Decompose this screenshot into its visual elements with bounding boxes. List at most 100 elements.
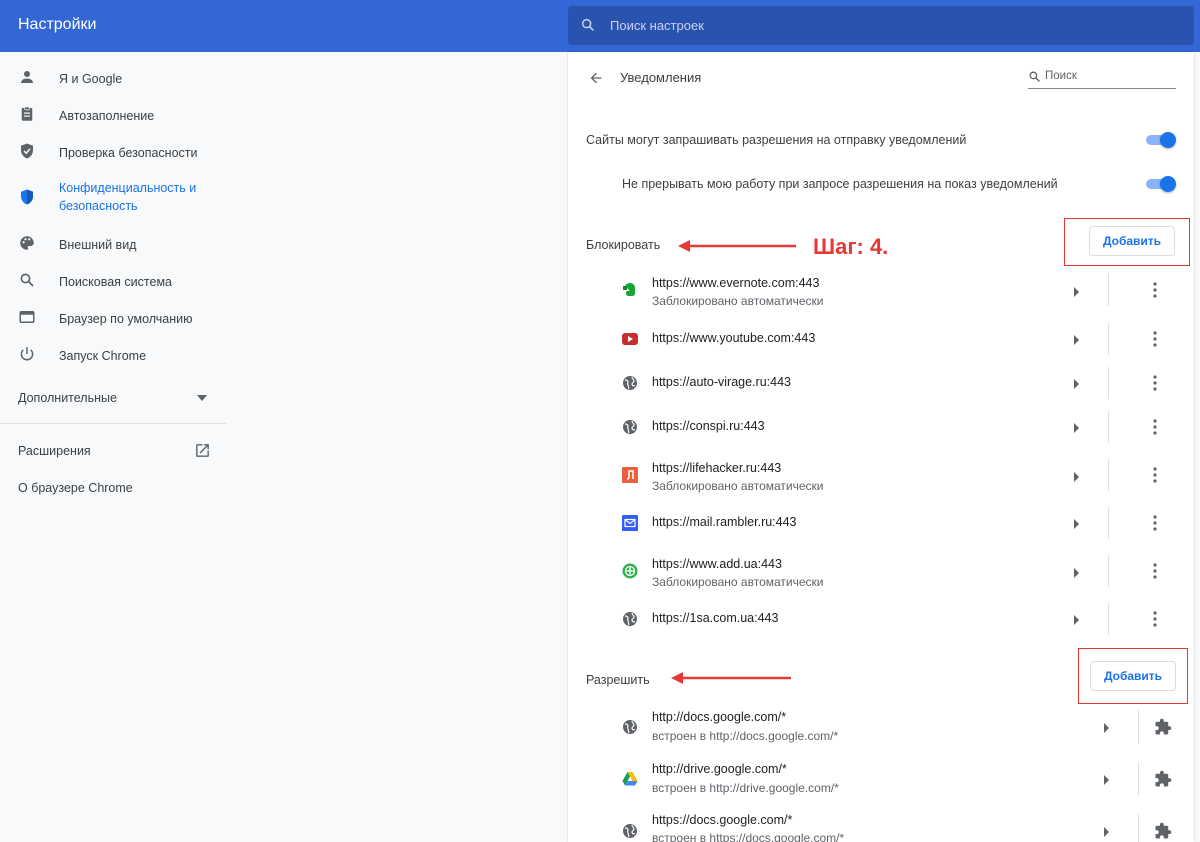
site-url: http://drive.google.com/* (652, 762, 787, 776)
more-vert-icon[interactable] (1150, 467, 1160, 483)
site-embedded-in: встроен в http://docs.google.com/* (652, 729, 839, 743)
sidebar-divider (0, 423, 226, 424)
settings-search-placeholder: Поиск настроек (610, 18, 704, 33)
row-divider (1138, 710, 1139, 744)
row-divider (1138, 762, 1139, 796)
more-vert-icon[interactable] (1150, 563, 1160, 579)
sidebar-item-appearance[interactable]: Внешний вид (0, 228, 226, 258)
row-divider (1108, 367, 1109, 399)
annotation-arrow (671, 672, 791, 684)
advanced-section-toggle[interactable]: Дополнительные (18, 391, 117, 405)
notifications-card: Уведомления Поиск Сайты могут запрашиват… (568, 52, 1194, 842)
expand-arrow-icon[interactable] (1103, 827, 1111, 837)
site-search-input[interactable]: Поиск (1028, 67, 1176, 89)
person-icon (21, 71, 33, 83)
globe-icon (623, 612, 637, 626)
sidebar-item-label: Запуск Chrome (59, 349, 147, 363)
list-item[interactable]: https://lifehacker.ru:443 Заблокировано … (568, 451, 1194, 499)
globe-icon (623, 824, 637, 838)
sidebar-item-autofill[interactable]: Автозаполнение (0, 99, 226, 129)
quiet-messaging-toggle[interactable] (1146, 176, 1176, 192)
row-divider (1108, 603, 1109, 635)
list-item[interactable]: https://auto-virage.ru:443 (568, 361, 1194, 405)
section-title: Уведомления (620, 70, 702, 85)
list-item[interactable]: https://conspi.ru:443 (568, 405, 1194, 449)
sidebar-item-label: Поисковая система (59, 275, 172, 289)
row-divider (1138, 814, 1139, 842)
more-vert-icon[interactable] (1150, 331, 1160, 347)
expand-arrow-icon[interactable] (1073, 423, 1081, 433)
sidebar-item-label: Автозаполнение (59, 109, 155, 123)
ask-permission-toggle[interactable] (1146, 132, 1176, 148)
sidebar-item-label: Конфиденциальность и безопасность (59, 181, 197, 213)
sidebar-item-default-browser[interactable]: Браузер по умолчанию (0, 302, 226, 332)
page-title: Настройки (18, 16, 97, 33)
expand-arrow-icon[interactable] (1073, 335, 1081, 345)
expand-arrow-icon[interactable] (1103, 775, 1111, 785)
expand-arrow-icon[interactable] (1073, 287, 1081, 297)
palette-icon (20, 236, 34, 250)
sidebar-item-safety-check[interactable]: Проверка безопасности (0, 136, 226, 166)
site-url: https://conspi.ru:443 (652, 419, 765, 433)
expand-arrow-icon[interactable] (1073, 568, 1081, 578)
lifehacker-icon (622, 467, 638, 483)
list-item[interactable]: https://1sa.com.ua:443 (568, 597, 1194, 641)
more-vert-icon[interactable] (1150, 611, 1160, 627)
quiet-messaging-label: Не прерывать мою работу при запросе разр… (622, 177, 1058, 191)
list-item[interactable]: https://www.evernote.com:443 Заблокирова… (568, 266, 1194, 314)
sidebar-item-label: Я и Google (59, 72, 123, 86)
block-section-label: Блокировать (586, 238, 661, 252)
row-divider (1108, 323, 1109, 355)
site-url: https://auto-virage.ru:443 (652, 375, 791, 389)
list-item[interactable]: https://docs.google.com/* встроен в http… (568, 806, 1194, 842)
site-url: https://mail.rambler.ru:443 (652, 515, 797, 529)
sidebar-item-label: Проверка безопасности (59, 146, 198, 160)
site-embedded-in: встроен в https://docs.google.com/* (652, 831, 845, 842)
extension-puzzle-icon (1155, 822, 1172, 839)
evernote-icon (623, 283, 635, 296)
ask-permission-label: Сайты могут запрашивать разрешения на от… (586, 133, 967, 147)
list-item[interactable]: https://www.add.ua:443 Заблокировано авт… (568, 547, 1194, 595)
clipboard-icon (21, 106, 33, 121)
more-vert-icon[interactable] (1150, 375, 1160, 391)
more-vert-icon[interactable] (1150, 419, 1160, 435)
sidebar-item-about-chrome[interactable]: О браузере Chrome (18, 481, 133, 495)
expand-arrow-icon[interactable] (1073, 379, 1081, 389)
expand-arrow-icon[interactable] (1103, 723, 1111, 733)
sidebar-item-you-and-google[interactable]: Я и Google (0, 62, 226, 92)
back-arrow-icon[interactable] (588, 70, 604, 86)
allow-section-label: Разрешить (586, 673, 650, 687)
sidebar-item-search-engine[interactable]: Поисковая система (0, 265, 226, 295)
allow-add-button[interactable]: Добавить (1090, 661, 1176, 691)
list-item[interactable]: https://www.youtube.com:443 (568, 317, 1194, 361)
site-url: https://www.youtube.com:443 (652, 331, 816, 345)
browser-icon (19, 311, 35, 323)
site-url: https://lifehacker.ru:443 (652, 461, 782, 475)
list-item[interactable]: http://docs.google.com/* встроен в http:… (568, 702, 1194, 752)
site-url: http://docs.google.com/* (652, 710, 787, 724)
sidebar-item-privacy[interactable]: Конфиденциальность и безопасность (0, 173, 226, 221)
sidebar-item-on-startup[interactable]: Запуск Chrome (0, 339, 226, 369)
open-in-new-icon[interactable] (194, 442, 211, 459)
shield-icon (21, 189, 33, 205)
site-url: https://1sa.com.ua:443 (652, 611, 779, 625)
more-vert-icon[interactable] (1150, 515, 1160, 531)
globe-icon (623, 720, 637, 734)
expand-arrow-icon[interactable] (1073, 472, 1081, 482)
list-item[interactable]: http://drive.google.com/* встроен в http… (568, 754, 1194, 804)
more-vert-icon[interactable] (1150, 282, 1160, 298)
annotation-arrow (678, 240, 796, 252)
list-item[interactable]: https://mail.rambler.ru:443 (568, 501, 1194, 545)
search-icon (20, 273, 34, 287)
search-icon (581, 18, 594, 31)
expand-arrow-icon[interactable] (1073, 519, 1081, 529)
block-add-button[interactable]: Добавить (1089, 226, 1175, 256)
settings-search-box[interactable]: Поиск настроек (568, 6, 1194, 45)
sidebar-item-extensions[interactable]: Расширения (18, 444, 91, 458)
globe-icon (623, 420, 637, 434)
globe-icon (623, 376, 637, 390)
extension-puzzle-icon (1155, 718, 1172, 735)
mail-icon (622, 515, 638, 531)
row-divider (1108, 459, 1109, 491)
expand-arrow-icon[interactable] (1073, 615, 1081, 625)
